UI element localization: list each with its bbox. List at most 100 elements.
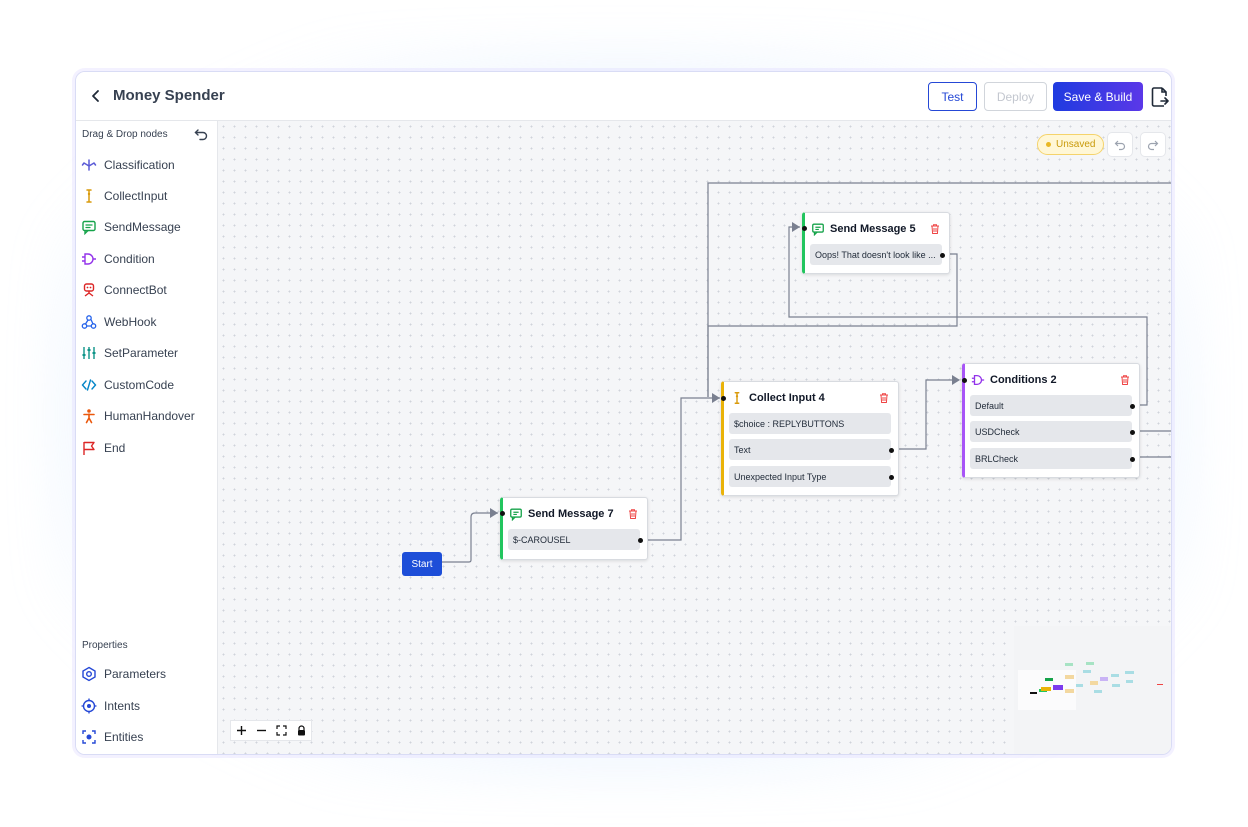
palette-item-condition[interactable]: Condition <box>81 248 213 270</box>
webhook-icon <box>81 314 97 330</box>
palette-item-label: End <box>104 441 126 455</box>
custom-code-icon <box>81 377 97 393</box>
palette-item-label: SetParameter <box>104 346 179 360</box>
chevron-left-icon <box>92 90 99 102</box>
edge-text-conditions <box>892 379 959 450</box>
redo-icon <box>1147 140 1159 150</box>
trash-icon[interactable] <box>627 507 639 519</box>
node-title: Conditions 2 <box>990 374 1057 386</box>
node-row[interactable]: BRLCheck <box>970 448 1132 469</box>
input-port[interactable] <box>721 396 726 401</box>
palette-item-set-parameter[interactable]: SetParameter <box>81 342 213 364</box>
node-row[interactable]: Default <box>970 395 1132 416</box>
output-port[interactable] <box>1130 430 1135 435</box>
bot-title: Money Spender <box>113 87 225 104</box>
undo-icon <box>1114 140 1126 150</box>
output-port[interactable] <box>889 448 894 453</box>
palette-item-label: Condition <box>104 252 155 266</box>
zoom-out-button[interactable] <box>253 723 269 739</box>
deploy-button[interactable]: Deploy <box>984 82 1047 111</box>
palette-item-custom-code[interactable]: CustomCode <box>81 374 213 396</box>
node-header: Send Message 5 <box>811 221 916 237</box>
properties-heading: Properties <box>82 640 128 651</box>
palette-item-classification[interactable]: Classification <box>81 154 213 176</box>
palette-item-collect-input[interactable]: CollectInput <box>81 185 213 207</box>
palette-item-label: CustomCode <box>104 378 175 392</box>
fit-view-icon <box>275 725 287 736</box>
output-port[interactable] <box>1130 457 1135 462</box>
node-send-message-7[interactable]: Send Message 7 $-CAROUSEL <box>500 497 648 560</box>
edge-send5-out <box>707 253 958 397</box>
palette-item-label: Classification <box>104 158 175 172</box>
output-port[interactable] <box>1130 404 1135 409</box>
palette-item-label: ConnectBot <box>104 283 167 297</box>
condition-icon <box>81 251 97 267</box>
node-title: Send Message 5 <box>830 223 916 235</box>
node-row[interactable]: $-CAROUSEL <box>508 529 640 550</box>
lock-button[interactable] <box>293 723 309 739</box>
palette-item-end[interactable]: End <box>81 437 213 459</box>
undo-arrow-icon[interactable] <box>194 128 208 142</box>
output-port[interactable] <box>940 253 945 258</box>
trash-icon[interactable] <box>878 391 890 403</box>
intents-icon <box>81 698 97 714</box>
export-file-icon[interactable] <box>1151 87 1169 107</box>
node-send-message-5[interactable]: Send Message 5 Oops! That doesn't look l… <box>802 212 950 274</box>
input-port[interactable] <box>962 378 967 383</box>
zoom-in-button[interactable] <box>233 723 249 739</box>
input-port[interactable] <box>500 511 505 516</box>
minimap[interactable] <box>1014 626 1171 754</box>
set-parameter-icon <box>81 345 97 361</box>
collect-input-icon <box>730 391 744 405</box>
connect-bot-icon <box>81 282 97 298</box>
node-row[interactable]: $choice : REPLYBUTTONS <box>729 413 891 434</box>
palette-item-label: SendMessage <box>104 220 181 234</box>
node-row[interactable]: Oops! That doesn't look like ... <box>810 244 942 265</box>
condition-icon <box>971 373 985 387</box>
node-header: Conditions 2 <box>971 372 1057 388</box>
palette-item-send-message[interactable]: SendMessage <box>81 216 213 238</box>
save-build-button[interactable]: Save & Build <box>1053 82 1143 111</box>
send-message-icon <box>81 219 97 235</box>
node-collect-input-4[interactable]: Collect Input 4 $choice : REPLYBUTTONS T… <box>721 381 899 496</box>
node-row[interactable]: Text <box>729 439 891 460</box>
properties-item-label: Parameters <box>104 667 167 681</box>
node-row[interactable]: USDCheck <box>970 421 1132 442</box>
properties-item-entities[interactable]: Entities <box>81 726 213 748</box>
back-button[interactable] <box>86 86 106 106</box>
send-message-icon <box>811 222 825 236</box>
palette-item-human-handover[interactable]: HumanHandover <box>81 405 213 427</box>
human-handover-icon <box>81 408 97 424</box>
fit-view-button[interactable] <box>273 723 289 739</box>
input-port[interactable] <box>802 226 807 231</box>
palette-item-connect-bot[interactable]: ConnectBot <box>81 279 213 301</box>
node-conditions-2[interactable]: Conditions 2 Default USDCheck BRLCheck <box>962 363 1140 478</box>
end-flag-icon <box>81 440 97 456</box>
properties-item-intents[interactable]: Intents <box>81 695 213 717</box>
edge-start <box>442 512 498 563</box>
node-header: Collect Input 4 <box>730 390 825 406</box>
properties-item-parameters[interactable]: Parameters <box>81 663 213 685</box>
start-node[interactable]: Start <box>402 552 442 576</box>
test-button[interactable]: Test <box>928 82 977 111</box>
trash-icon[interactable] <box>929 222 941 234</box>
lock-icon <box>297 725 305 736</box>
redo-button[interactable] <box>1140 132 1166 157</box>
edge-send7-collect <box>641 397 720 541</box>
trash-icon[interactable] <box>1119 373 1131 385</box>
entities-icon <box>81 729 97 745</box>
parameters-icon <box>81 666 97 682</box>
node-palette-sidebar: Drag & Drop nodes Classification Collect… <box>76 121 218 754</box>
palette-item-label: CollectInput <box>104 189 168 203</box>
unsaved-label: Unsaved <box>1056 139 1096 150</box>
flow-canvas[interactable]: Unsaved Send Message 5 Oops! That doesn'… <box>218 121 1171 754</box>
output-port[interactable] <box>889 475 894 480</box>
properties-item-label: Intents <box>104 699 141 713</box>
output-port[interactable] <box>638 538 643 543</box>
palette-item-webhook[interactable]: WebHook <box>81 311 213 333</box>
palette-item-label: WebHook <box>104 315 157 329</box>
node-title: Collect Input 4 <box>749 392 825 404</box>
node-row[interactable]: Unexpected Input Type <box>729 466 891 487</box>
top-bar: Money Spender Test Deploy Save & Build <box>76 72 1171 121</box>
undo-button[interactable] <box>1107 132 1133 157</box>
